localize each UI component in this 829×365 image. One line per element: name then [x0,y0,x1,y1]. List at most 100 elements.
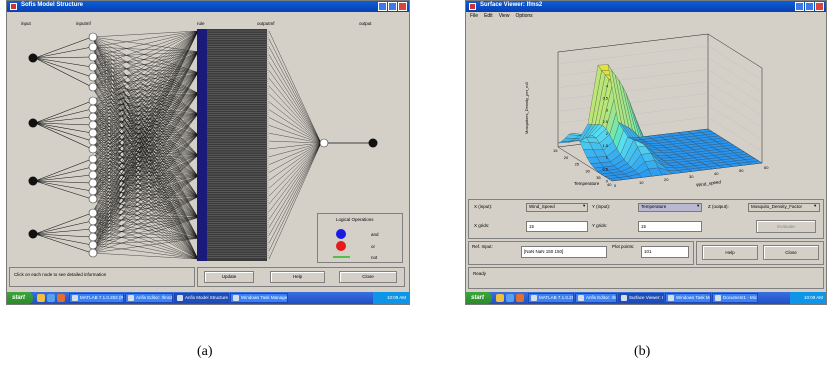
z-tick-label: 0.5 [602,167,608,172]
x-grids-input[interactable]: 15 [526,221,588,232]
close-icon[interactable] [815,2,824,11]
menu-view[interactable]: View [499,12,510,20]
connection-line [268,142,322,197]
help-button[interactable]: Help [702,245,758,260]
connection-line [34,166,93,182]
caption-b: (b) [634,344,651,359]
connection-line [268,78,322,144]
legend-and-marker [336,229,346,239]
media-icon[interactable] [57,294,65,302]
plot-box-edge [557,33,709,53]
input-mf-node [88,32,98,42]
help-button[interactable]: Help [270,271,325,283]
x-tick-label: 30 [689,174,694,179]
taskbar-item-surface-viewer[interactable]: Surface Viewer: Ifms2 [618,293,664,303]
chevron-down-icon[interactable]: ▾ [697,203,699,209]
start-button[interactable]: start [7,292,33,304]
connection-line [268,142,322,150]
input-mf-node [88,232,98,242]
input-mf-node [88,170,98,180]
start-button[interactable]: start [466,292,492,304]
taskbar-item-anfis-structure[interactable]: Anfis Model Structure [174,293,229,303]
x-tick-label: 60 [764,165,769,170]
output-node [368,138,378,148]
connection-line [268,142,322,252]
input-mf-node [88,120,98,130]
input-mf-node [88,178,98,188]
maximize-icon[interactable] [805,2,814,11]
taskbar-item-task-manager[interactable]: Windows Task Manager [230,293,288,303]
z-axis-label: Mosquitoes_Density_per_m3 [524,82,529,134]
connection-line [268,142,322,205]
input-mf-node [88,104,98,114]
minimize-icon[interactable] [795,2,804,11]
chevron-down-icon[interactable]: ▾ [814,203,816,209]
desktop-icon[interactable] [47,294,55,302]
connection-line [34,46,93,59]
taskbar-item-matlab[interactable]: MATLAB 7.1.0.253 (R... [528,293,574,303]
ref-input-field[interactable]: [NaN NaN 150 150] [521,246,607,258]
z-tick-label: 1.5 [602,143,608,148]
close-button[interactable]: Close [763,245,819,260]
x-input-select[interactable]: Wind_Speed [526,203,588,212]
desktop-icon[interactable] [506,294,514,302]
grid-line [557,45,763,81]
anfis-structure-window: Sofis Model Structure input inputmf rule… [6,0,410,305]
browser-icon[interactable] [37,294,45,302]
output-mf-node [319,138,329,148]
connection-line [34,220,93,235]
close-button[interactable]: Close [339,271,397,283]
input-node [28,118,38,128]
plot-points-field[interactable]: 101 [641,246,689,258]
connection-line [34,36,93,59]
menu-options[interactable]: Options [515,12,532,20]
connection-line [268,62,322,144]
input-mf-node [88,72,98,82]
legend-or-label: or [371,244,376,249]
taskbar-item-anfis-editor[interactable]: Anfis Editor: Ifms2 [125,293,173,303]
rule-layer-bar [197,29,207,261]
taskbar-item-anfis-editor[interactable]: Anfis Editor: Ifms2 [575,293,617,303]
legend-panel: Logical Operations and or not [317,213,403,263]
grid-line [557,57,763,92]
status-panel: Click on each node to see detailed infor… [9,267,195,287]
input-mf-node [88,144,98,154]
taskbar-item-word-document[interactable]: Document1 - Microsoft ... [712,293,758,303]
browser-icon[interactable] [496,294,504,302]
y-input-select[interactable]: Temperature [638,203,702,212]
plot-points-label: Plot points: [612,244,635,249]
taskbar: start MATLAB 7.1.0.253 (R... Anfis Edito… [7,292,409,304]
connection-line [268,142,322,212]
caption-a: (a) [197,344,213,359]
ref-input-label: Ref. Input: [472,244,493,249]
input-mf-node [88,136,98,146]
taskbar-item-matlab[interactable]: MATLAB 7.1.0.253 (R... [69,293,124,303]
connection-line [34,180,93,200]
y-tick-label: 40 [607,182,612,187]
input-mf-node [88,42,98,52]
input-mf-node [88,162,98,172]
title-bar: Surface Viewer: Ifms2 [466,1,826,12]
input-mf-node [88,62,98,72]
y-grids-label: Y grids: [592,223,608,228]
input-mf-node [88,128,98,138]
z-output-select[interactable]: Mosquito_Density_Factor [748,203,820,212]
x-tick-label: 20 [664,177,669,182]
menu-edit[interactable]: Edit [484,12,493,20]
input-mf-node [88,224,98,234]
update-button[interactable]: Update [204,271,254,283]
surface-viewer-window: Surface Viewer: Ifms2 File Edit View Opt… [465,0,827,305]
system-tray: 10:09 AM [372,292,409,304]
chevron-down-icon[interactable]: ▾ [583,203,585,209]
x-tick-label: 10 [639,180,644,185]
y-grids-input[interactable]: 15 [638,221,702,232]
menu-file[interactable]: File [470,12,478,20]
evaluate-button[interactable]: Evaluate [756,220,816,233]
window-title: Surface Viewer: Ifms2 [480,2,543,8]
input-mf-node [88,112,98,122]
connection-line [91,30,199,48]
x-tick-label: 40 [714,171,719,176]
media-icon[interactable] [516,294,524,302]
taskbar-item-task-manager[interactable]: Windows Task Manager [665,293,711,303]
connection-line [268,142,322,181]
